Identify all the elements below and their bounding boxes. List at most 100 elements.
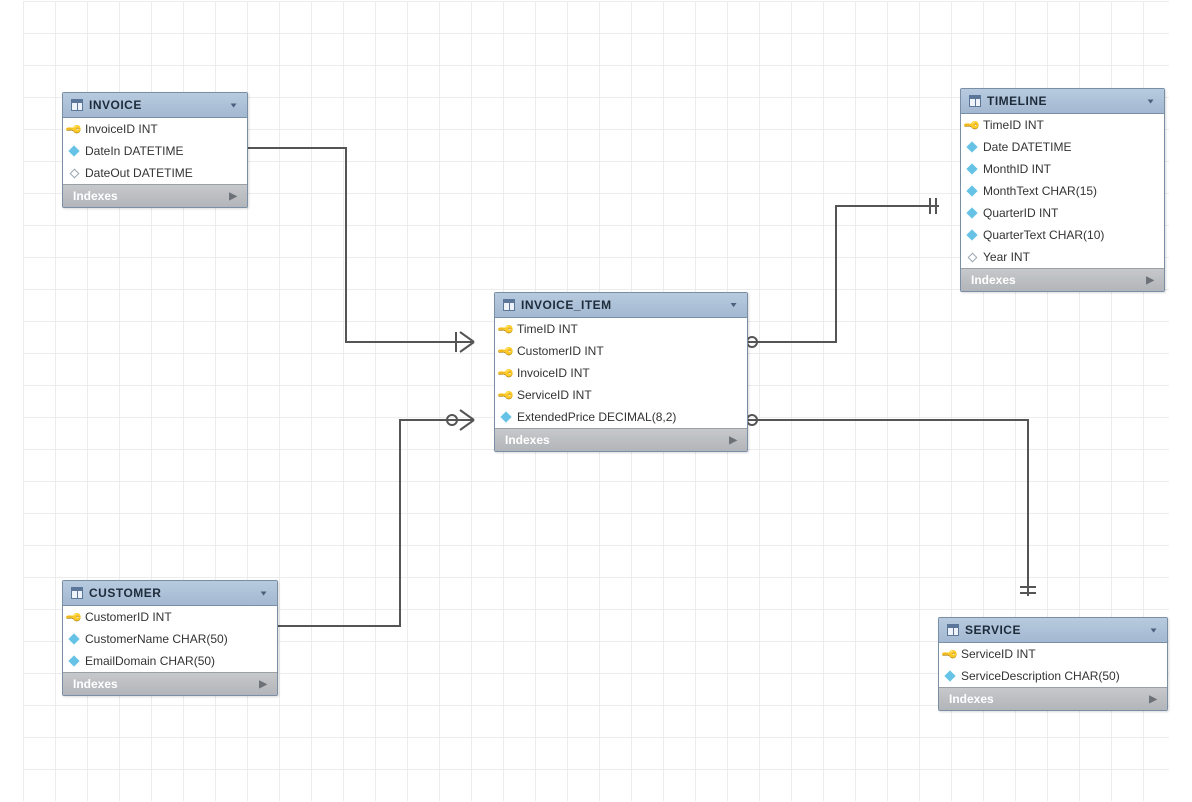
key-icon: 🔑 <box>501 345 511 358</box>
field-label: CustomerName CHAR(50) <box>85 632 228 646</box>
field-label: MonthID INT <box>983 162 1051 176</box>
field-row[interactable]: QuarterID INT <box>961 202 1164 224</box>
field-row[interactable]: ExtendedPrice DECIMAL(8,2) <box>495 406 747 428</box>
field-label: DateIn DATETIME <box>85 144 183 158</box>
indexes-section[interactable]: Indexes ▶ <box>63 672 277 695</box>
table-icon <box>71 587 83 599</box>
key-icon: 🔑 <box>945 648 955 661</box>
entity-title: TIMELINE <box>987 94 1140 108</box>
field-label: ServiceID INT <box>517 388 592 402</box>
expand-right-icon: ▶ <box>229 191 237 202</box>
field-row[interactable]: MonthText CHAR(15) <box>961 180 1164 202</box>
field-row[interactable]: CustomerName CHAR(50) <box>63 628 277 650</box>
indexes-section[interactable]: Indexes ▶ <box>495 428 747 451</box>
collapse-icon[interactable]: ▼ <box>1146 97 1156 105</box>
field-row[interactable]: 🔑 TimeID INT <box>961 114 1164 136</box>
entity-title: CUSTOMER <box>89 586 253 600</box>
field-label: ServiceID INT <box>961 647 1036 661</box>
field-label: CustomerID INT <box>517 344 604 358</box>
diamond-icon <box>501 413 511 421</box>
indexes-label: Indexes <box>949 692 994 706</box>
key-icon: 🔑 <box>69 123 79 136</box>
table-icon <box>947 624 959 636</box>
diamond-icon <box>945 672 955 680</box>
field-label: Year INT <box>983 250 1030 264</box>
field-label: Date DATETIME <box>983 140 1071 154</box>
field-row[interactable]: Date DATETIME <box>961 136 1164 158</box>
entity-title: INVOICE_ITEM <box>521 298 723 312</box>
entity-customer[interactable]: CUSTOMER ▼ 🔑CustomerID INT CustomerName … <box>62 580 278 696</box>
er-diagram: INVOICE ▼ 🔑 InvoiceID INT DateIn DATETIME… <box>22 22 1170 780</box>
field-label: EmailDomain CHAR(50) <box>85 654 215 668</box>
entity-timeline[interactable]: TIMELINE ▼ 🔑 TimeID INT Date DATETIME Mon… <box>960 88 1165 292</box>
field-row[interactable]: MonthID INT <box>961 158 1164 180</box>
entity-fields: 🔑TimeID INT 🔑CustomerID INT 🔑InvoiceID I… <box>495 318 747 428</box>
field-label: MonthText CHAR(15) <box>983 184 1097 198</box>
key-icon: 🔑 <box>967 119 977 132</box>
diamond-icon <box>69 635 79 643</box>
field-row[interactable]: DateIn DATETIME <box>63 140 247 162</box>
key-icon: 🔑 <box>501 367 511 380</box>
diamond-icon <box>967 231 977 239</box>
diamond-icon <box>967 143 977 151</box>
diamond-open-icon <box>967 254 977 261</box>
entity-header-customer[interactable]: CUSTOMER ▼ <box>63 581 277 606</box>
field-row[interactable]: QuarterText CHAR(10) <box>961 224 1164 246</box>
entity-header-invoice-item[interactable]: INVOICE_ITEM ▼ <box>495 293 747 318</box>
field-row[interactable]: 🔑 ServiceID INT <box>495 384 747 406</box>
indexes-label: Indexes <box>73 677 118 691</box>
entity-service[interactable]: SERVICE ▼ 🔑 ServiceID INT ServiceDescript… <box>938 617 1168 711</box>
field-label: InvoiceID INT <box>85 122 158 136</box>
collapse-icon[interactable]: ▼ <box>229 101 239 109</box>
field-label: TimeID INT <box>983 118 1044 132</box>
field-row[interactable]: 🔑 CustomerID INT <box>495 340 747 362</box>
entity-header-timeline[interactable]: TIMELINE ▼ <box>961 89 1164 114</box>
field-label: InvoiceID INT <box>517 366 590 380</box>
field-row[interactable]: 🔑 ServiceID INT <box>939 643 1167 665</box>
field-label: CustomerID INT <box>85 610 172 624</box>
field-row[interactable]: DateOut DATETIME <box>63 162 247 184</box>
indexes-label: Indexes <box>73 189 118 203</box>
diamond-icon <box>967 209 977 217</box>
entity-title: INVOICE <box>89 98 223 112</box>
field-row[interactable]: ServiceDescription CHAR(50) <box>939 665 1167 687</box>
field-row[interactable]: EmailDomain CHAR(50) <box>63 650 277 672</box>
field-label: QuarterText CHAR(10) <box>983 228 1104 242</box>
table-icon <box>503 299 515 311</box>
table-icon <box>71 99 83 111</box>
field-label: ExtendedPrice DECIMAL(8,2) <box>517 410 676 424</box>
entity-header-service[interactable]: SERVICE ▼ <box>939 618 1167 643</box>
collapse-icon[interactable]: ▼ <box>1149 626 1159 634</box>
indexes-section[interactable]: Indexes ▶ <box>939 687 1167 710</box>
expand-right-icon: ▶ <box>1146 275 1154 286</box>
collapse-icon[interactable]: ▼ <box>729 301 739 309</box>
table-icon <box>969 95 981 107</box>
key-icon: 🔑 <box>501 389 511 402</box>
field-row[interactable]: Year INT <box>961 246 1164 268</box>
diamond-icon <box>69 147 79 155</box>
diamond-icon <box>967 187 977 195</box>
diamond-icon <box>967 165 977 173</box>
field-row[interactable]: 🔑 InvoiceID INT <box>495 362 747 384</box>
entity-fields: 🔑 InvoiceID INT DateIn DATETIME DateOut D… <box>63 118 247 184</box>
indexes-section[interactable]: Indexes ▶ <box>63 184 247 207</box>
indexes-section[interactable]: Indexes ▶ <box>961 268 1164 291</box>
indexes-label: Indexes <box>505 433 550 447</box>
entity-header-invoice[interactable]: INVOICE ▼ <box>63 93 247 118</box>
expand-right-icon: ▶ <box>1149 694 1157 705</box>
diamond-icon <box>69 657 79 665</box>
expand-right-icon: ▶ <box>259 679 267 690</box>
field-label: QuarterID INT <box>983 206 1058 220</box>
field-row[interactable]: 🔑TimeID INT <box>495 318 747 340</box>
expand-right-icon: ▶ <box>729 435 737 446</box>
field-row[interactable]: 🔑 InvoiceID INT <box>63 118 247 140</box>
field-label: TimeID INT <box>517 322 578 336</box>
field-row[interactable]: 🔑CustomerID INT <box>63 606 277 628</box>
entity-invoice[interactable]: INVOICE ▼ 🔑 InvoiceID INT DateIn DATETIME… <box>62 92 248 208</box>
entity-fields: 🔑 TimeID INT Date DATETIME MonthID INT Mo… <box>961 114 1164 268</box>
entity-invoice-item[interactable]: INVOICE_ITEM ▼ 🔑TimeID INT 🔑CustomerID I… <box>494 292 748 452</box>
indexes-label: Indexes <box>971 273 1016 287</box>
diamond-open-icon <box>69 170 79 177</box>
collapse-icon[interactable]: ▼ <box>259 589 269 597</box>
entity-fields: 🔑CustomerID INT CustomerName CHAR(50) Em… <box>63 606 277 672</box>
